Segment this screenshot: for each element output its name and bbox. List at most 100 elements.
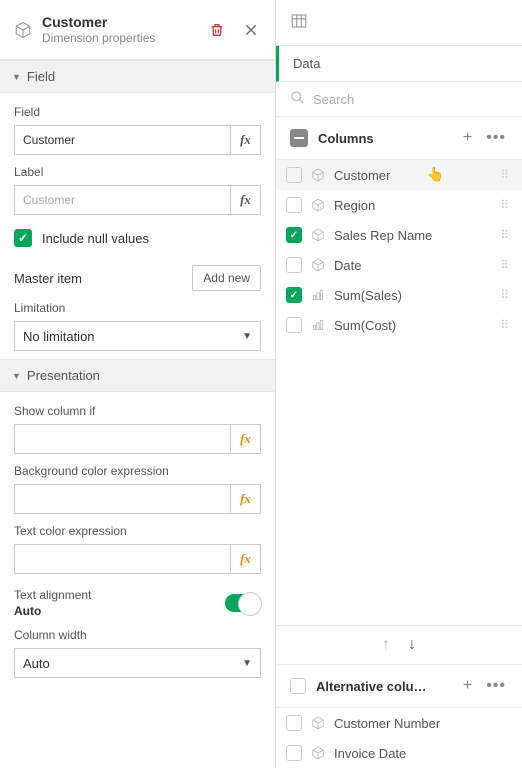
collapse-toggle[interactable]: [290, 129, 308, 147]
limitation-select[interactable]: No limitation ▼: [14, 321, 261, 351]
cube-icon: [310, 258, 326, 272]
alt-column-item[interactable]: Customer Number: [276, 708, 522, 738]
close-button[interactable]: [239, 18, 263, 42]
text-align-toggle[interactable]: [225, 594, 261, 612]
presentation-form: Show column if fx Background color expre…: [0, 392, 275, 686]
panel-title: Customer: [42, 14, 195, 30]
show-column-if-input[interactable]: [15, 425, 230, 453]
column-label: Customer: [334, 168, 492, 183]
master-item-label: Master item: [14, 271, 82, 286]
chevron-down-icon: ▼: [242, 658, 252, 669]
text-align-value: Auto: [14, 604, 91, 618]
fx-button[interactable]: fx: [230, 485, 260, 513]
bar-icon: [310, 318, 326, 332]
fx-button[interactable]: fx: [230, 425, 260, 453]
bg-color-expr-label: Background color expression: [14, 464, 261, 478]
text-align-label: Text alignment: [14, 588, 91, 602]
column-item[interactable]: Sum(Sales) ⠿: [276, 280, 522, 310]
delete-button[interactable]: [205, 18, 229, 42]
table-icon: [290, 18, 308, 33]
column-width-label: Column width: [14, 628, 261, 642]
alt-title: Alternative colu…: [316, 679, 451, 694]
column-label: Date: [334, 258, 492, 273]
properties-panel: Customer Dimension properties ▼ Field Fi…: [0, 0, 276, 768]
column-label: Sum(Sales): [334, 288, 492, 303]
cube-icon: [310, 228, 326, 242]
column-item[interactable]: Sales Rep Name ⠿: [276, 220, 522, 250]
move-up-button[interactable]: ↑: [382, 636, 390, 654]
column-width-select[interactable]: Auto ▼: [14, 648, 261, 678]
label-input[interactable]: [15, 186, 230, 214]
bar-icon: [310, 288, 326, 302]
fx-button[interactable]: fx: [230, 126, 260, 154]
section-presentation[interactable]: ▼ Presentation: [0, 359, 275, 392]
data-panel-header: [276, 0, 522, 46]
data-tab[interactable]: Data: [276, 46, 522, 82]
cube-icon: [310, 168, 326, 182]
cube-icon: [310, 746, 326, 760]
drag-handle[interactable]: ⠿: [500, 263, 508, 268]
column-checkbox[interactable]: [286, 167, 302, 183]
column-label: Sum(Cost): [334, 318, 492, 333]
limitation-label: Limitation: [14, 301, 261, 315]
caret-down-icon: ▼: [12, 72, 21, 82]
drag-handle[interactable]: ⠿: [500, 323, 508, 328]
column-label: Sales Rep Name: [334, 228, 492, 243]
column-checkbox[interactable]: [286, 745, 302, 761]
alt-column-item[interactable]: Invoice Date: [276, 738, 522, 768]
label-label: Label: [14, 165, 261, 179]
column-label: Invoice Date: [334, 746, 508, 761]
show-column-if-label: Show column if: [14, 404, 261, 418]
section-field[interactable]: ▼ Field: [0, 60, 275, 93]
fx-button[interactable]: fx: [230, 545, 260, 573]
field-form: Field fx Label fx Include null values Ma…: [0, 93, 275, 359]
field-label: Field: [14, 105, 261, 119]
include-null-label: Include null values: [42, 231, 149, 246]
include-null-checkbox[interactable]: [14, 229, 32, 247]
more-alt-button[interactable]: •••: [484, 675, 508, 697]
columns-header: Columns + •••: [276, 117, 522, 160]
search-input[interactable]: [313, 92, 508, 107]
data-panel: Data Columns + ••• Customer👆⠿Region⠿Sale…: [276, 0, 522, 768]
add-alt-button[interactable]: +: [461, 675, 474, 697]
cursor-icon: 👆: [427, 166, 444, 183]
cube-icon: [310, 198, 326, 212]
add-new-button[interactable]: Add new: [192, 265, 261, 291]
drag-handle[interactable]: ⠿: [500, 203, 508, 208]
column-item[interactable]: Sum(Cost) ⠿: [276, 310, 522, 340]
column-checkbox[interactable]: [286, 715, 302, 731]
cube-icon: [14, 21, 32, 39]
column-label: Customer Number: [334, 716, 508, 731]
fx-button[interactable]: fx: [230, 186, 260, 214]
drag-handle[interactable]: ⠿: [500, 293, 508, 298]
column-item[interactable]: Region ⠿: [276, 190, 522, 220]
bg-color-expr-input[interactable]: [15, 485, 230, 513]
more-button[interactable]: •••: [484, 127, 508, 149]
column-label: Region: [334, 198, 492, 213]
add-column-button[interactable]: +: [461, 127, 474, 149]
columns-list: Customer👆⠿Region⠿Sales Rep Name⠿Date⠿Sum…: [276, 160, 522, 625]
chevron-down-icon: ▼: [242, 331, 252, 342]
text-color-expr-input[interactable]: [15, 545, 230, 573]
text-color-expr-label: Text color expression: [14, 524, 261, 538]
column-checkbox[interactable]: [286, 317, 302, 333]
move-down-button[interactable]: ↓: [408, 636, 416, 654]
columns-title: Columns: [318, 131, 451, 146]
column-checkbox[interactable]: [286, 287, 302, 303]
alt-list: Customer Number Invoice Date: [276, 708, 522, 768]
column-item[interactable]: Customer👆 ⠿: [276, 160, 522, 190]
cube-icon: [310, 716, 326, 730]
column-checkbox[interactable]: [286, 257, 302, 273]
alt-checkbox[interactable]: [290, 678, 306, 694]
panel-header: Customer Dimension properties: [0, 0, 275, 60]
drag-handle[interactable]: ⠿: [500, 233, 508, 238]
field-input[interactable]: [15, 126, 230, 154]
search-icon: [290, 90, 305, 108]
column-checkbox[interactable]: [286, 197, 302, 213]
column-checkbox[interactable]: [286, 227, 302, 243]
column-item[interactable]: Date ⠿: [276, 250, 522, 280]
panel-subtitle: Dimension properties: [42, 31, 195, 45]
drag-handle[interactable]: ⠿: [500, 173, 508, 178]
alt-columns-header: Alternative colu… + •••: [276, 664, 522, 708]
caret-down-icon: ▼: [12, 371, 21, 381]
